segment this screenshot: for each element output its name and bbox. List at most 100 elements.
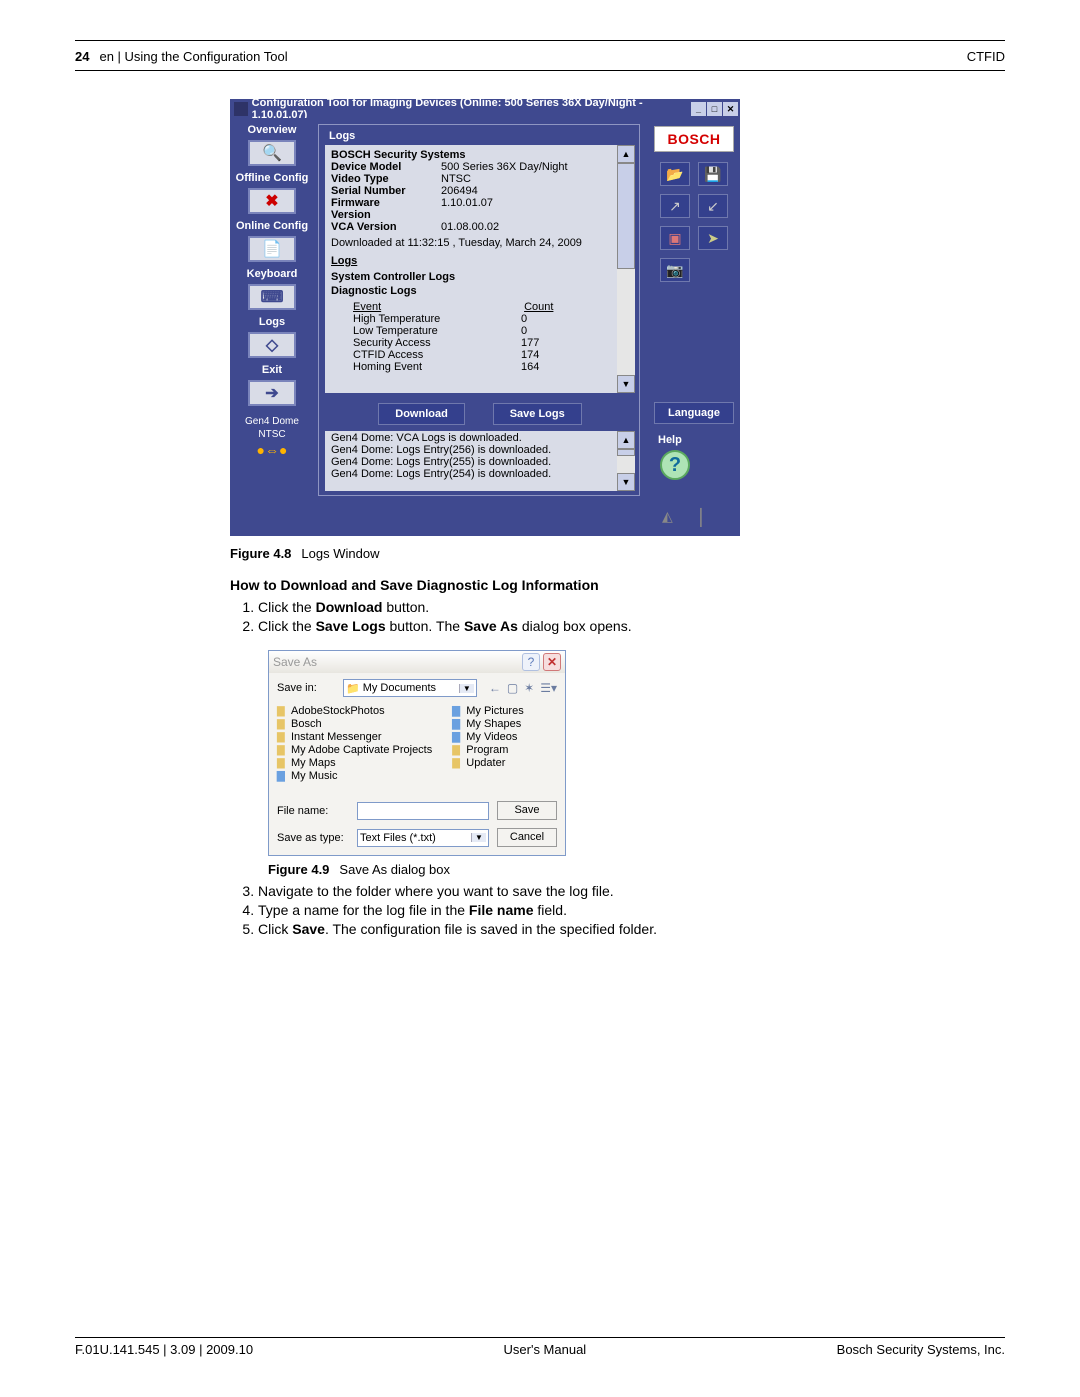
folder-icon: ▇ — [277, 745, 288, 756]
language-button[interactable]: Language — [654, 402, 734, 424]
info-row: Version — [331, 209, 629, 221]
filetype-label: Save as type: — [277, 832, 349, 844]
online-icon: 📄 — [248, 236, 296, 262]
scrollbar[interactable]: ▲ ▼ — [617, 431, 635, 491]
folder-item[interactable]: ▇Updater — [452, 757, 523, 769]
camera-icon[interactable]: 📷 — [660, 258, 690, 282]
config-tool-window: Configuration Tool for Imaging Devices (… — [230, 99, 740, 536]
sidebar-label: Online Config — [230, 220, 314, 232]
view-icon[interactable]: ☰▾ — [540, 681, 557, 695]
status-line: Gen4 Dome: VCA Logs is downloaded. — [331, 432, 629, 444]
back-icon[interactable]: ← — [489, 681, 501, 695]
sidebar-label: Keyboard — [230, 268, 314, 280]
step-3: Navigate to the folder where you want to… — [258, 883, 1005, 899]
slider-icon[interactable]: ⎮ — [697, 508, 705, 528]
device-standard: NTSC — [230, 429, 314, 440]
sidebar-item-logs[interactable]: Logs ◇ — [230, 316, 314, 358]
export-icon[interactable]: ➤ — [698, 226, 728, 250]
filetype-combo[interactable]: Text Files (*.txt) ▼ — [357, 829, 489, 847]
scroll-down[interactable]: ▼ — [617, 375, 635, 393]
folder-item[interactable]: ▇My Music — [277, 770, 432, 782]
folder-icon: ▇ — [277, 771, 288, 782]
folder-item[interactable]: ▇Bosch — [277, 718, 432, 730]
dialog-titlebar: Save As ? ✕ — [269, 651, 565, 673]
page-number: 24 — [75, 49, 89, 64]
cancel-button[interactable]: Cancel — [497, 828, 557, 847]
save-in-combo[interactable]: 📁 My Documents ▼ — [343, 679, 477, 697]
logs-header: Logs — [331, 255, 629, 267]
scrollbar[interactable]: ▲ ▼ — [617, 145, 635, 393]
filename-label: File name: — [277, 805, 349, 817]
event-column: Event — [331, 301, 521, 313]
downloaded-text: Downloaded at 11:32:15 , Tuesday, March … — [331, 237, 629, 249]
folder-icon: ▇ — [277, 706, 288, 717]
save-logs-button[interactable]: Save Logs — [493, 403, 582, 425]
upload-icon[interactable]: ↗ — [660, 194, 690, 218]
status-line: Gen4 Dome: Logs Entry(255) is downloaded… — [331, 456, 629, 468]
save-button[interactable]: Save — [497, 801, 557, 820]
sidebar-item-exit[interactable]: Exit ➔ — [230, 364, 314, 406]
footer-center: User's Manual — [504, 1342, 587, 1357]
folder-item[interactable]: ▇My Pictures — [452, 705, 523, 717]
folder-item[interactable]: ▇My Shapes — [452, 718, 523, 730]
offline-icon: ✖ — [248, 188, 296, 214]
dialog-help-button[interactable]: ? — [522, 653, 540, 671]
minimize-button[interactable]: _ — [691, 102, 706, 116]
dialog-title: Save As — [273, 655, 317, 669]
close-button[interactable]: ✕ — [723, 102, 738, 116]
step-2: Click the Save Logs button. The Save As … — [258, 618, 1005, 634]
scroll-thumb[interactable] — [617, 449, 635, 456]
scroll-up[interactable]: ▲ — [617, 145, 635, 163]
file-list[interactable]: ▇AdobeStockPhotos▇Bosch▇Instant Messenge… — [277, 703, 557, 793]
steps-list: Click the Download button. Click the Sav… — [258, 599, 1005, 634]
folder-item[interactable]: ▇My Videos — [452, 731, 523, 743]
download-button[interactable]: Download — [378, 403, 465, 425]
open-icon[interactable]: 📂 — [660, 162, 690, 186]
folder-item[interactable]: ▇Instant Messenger — [277, 731, 432, 743]
sidebar-label: Logs — [230, 316, 314, 328]
product-code: CTFID — [967, 49, 1005, 64]
folder-item[interactable]: ▇My Adobe Captivate Projects — [277, 744, 432, 756]
window-titlebar: Configuration Tool for Imaging Devices (… — [230, 99, 740, 118]
event-row: Security Access177 — [331, 337, 629, 349]
sidebar-label: Offline Config — [230, 172, 314, 184]
help-button[interactable]: ? — [660, 450, 690, 480]
event-row: Homing Event164 — [331, 361, 629, 373]
keyboard-icon: ⌨ — [248, 284, 296, 310]
info-row: Device Model500 Series 36X Day/Night — [331, 161, 629, 173]
event-row: High Temperature0 — [331, 313, 629, 325]
logs-list[interactable]: BOSCH Security Systems Device Model500 S… — [325, 145, 635, 393]
folder-icon: 📁 — [346, 682, 360, 695]
scroll-up[interactable]: ▲ — [617, 431, 635, 449]
section-heading: How to Download and Save Diagnostic Log … — [230, 577, 1005, 593]
device-model: Gen4 Dome — [230, 416, 314, 427]
diag-logs-header: Diagnostic Logs — [331, 285, 629, 297]
sidebar-item-offline[interactable]: Offline Config ✖ — [230, 172, 314, 214]
dialog-close-button[interactable]: ✕ — [543, 653, 561, 671]
dropdown-arrow-icon[interactable]: ▼ — [459, 684, 474, 693]
folder-item[interactable]: ▇Program — [452, 744, 523, 756]
footer-right: Bosch Security Systems, Inc. — [837, 1342, 1005, 1357]
maximize-button[interactable]: □ — [707, 102, 722, 116]
new-folder-icon[interactable]: ✶ — [524, 681, 534, 695]
download-icon[interactable]: ↙ — [698, 194, 728, 218]
folder-item[interactable]: ▇AdobeStockPhotos — [277, 705, 432, 717]
count-column: Count — [524, 301, 553, 313]
exit-icon: ➔ — [248, 380, 296, 406]
sidebar-item-keyboard[interactable]: Keyboard ⌨ — [230, 268, 314, 310]
up-icon[interactable]: ▢ — [507, 681, 518, 695]
scroll-down[interactable]: ▼ — [617, 473, 635, 491]
right-panel: BOSCH 📂 💾 ↗ ↙ ▣ ➤ — [648, 118, 740, 536]
company-name: BOSCH Security Systems — [331, 149, 629, 161]
save-icon[interactable]: 💾 — [698, 162, 728, 186]
status-box[interactable]: Gen4 Dome: VCA Logs is downloaded. Gen4 D… — [325, 431, 635, 491]
snapshot-icon[interactable]: ▣ — [660, 226, 690, 250]
sidebar-item-overview[interactable]: Overview 🔍 — [230, 124, 314, 166]
dropdown-arrow-icon[interactable]: ▼ — [471, 833, 486, 842]
folder-item[interactable]: ▇My Maps — [277, 757, 432, 769]
footer-left: F.01U.141.545 | 3.09 | 2009.10 — [75, 1342, 253, 1357]
sidebar-item-online[interactable]: Online Config 📄 — [230, 220, 314, 262]
filename-input[interactable] — [357, 802, 489, 820]
warning-icon: ◭ — [662, 508, 673, 528]
scroll-thumb[interactable] — [617, 163, 635, 269]
